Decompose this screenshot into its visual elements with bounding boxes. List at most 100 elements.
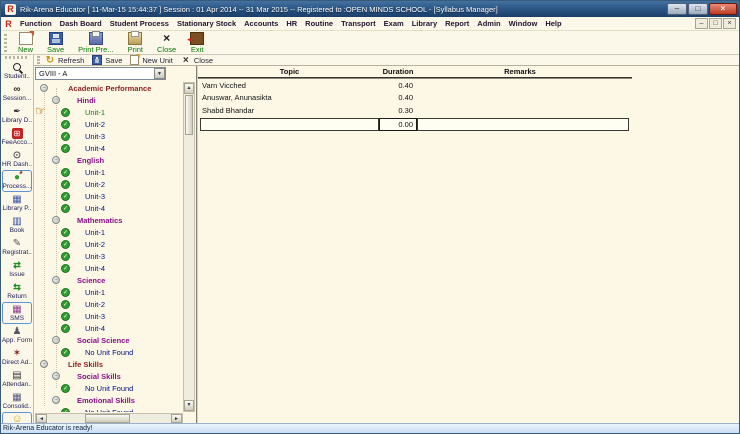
menu-item[interactable]: Window <box>505 17 542 30</box>
table-row[interactable]: Shabd Bhandar 0.30 <box>198 106 632 118</box>
expand-collapse-icon[interactable]: − <box>52 96 60 104</box>
menu-item[interactable]: Transport <box>337 17 380 30</box>
minimize-button[interactable]: – <box>667 3 687 15</box>
mdi-restore-button[interactable]: □ <box>709 18 722 29</box>
syllabus-toolbar-button[interactable]: Refresh <box>43 55 90 66</box>
expand-collapse-icon[interactable]: − <box>52 396 60 404</box>
tree-node[interactable]: − ✓ Social Skills <box>35 370 183 382</box>
tree-node[interactable]: − ✓ Science <box>35 274 183 286</box>
toolbar-button[interactable]: Print Pre... <box>71 31 120 55</box>
sidebar-item[interactable]: Student.. <box>2 60 32 82</box>
expand-collapse-icon[interactable]: − <box>52 276 60 284</box>
tree-node[interactable]: − ✓ Social Science <box>35 334 183 346</box>
menu-item[interactable]: Exam <box>380 17 408 30</box>
tree-node[interactable]: − ✓ Unit-2 <box>35 298 183 310</box>
mdi-close-button[interactable]: × <box>723 18 736 29</box>
syllabus-toolbar-button[interactable]: Save <box>90 55 128 66</box>
sidebar-item[interactable]: SMS <box>2 302 32 324</box>
topic-input[interactable] <box>200 118 379 131</box>
tree-node[interactable]: − ✓ Unit-1 <box>35 226 183 238</box>
sidebar-item[interactable]: Consolid.. <box>2 390 32 412</box>
toolbar-button[interactable]: New <box>11 31 40 55</box>
tree-vertical-scrollbar[interactable]: ▲ ▼ <box>183 82 195 412</box>
tree-node[interactable]: − ✓ English <box>35 154 183 166</box>
sidebar-item[interactable]: Direct Ad.. <box>2 346 32 368</box>
toolbar-grip[interactable] <box>4 34 7 52</box>
tree-node[interactable]: − ✓ No Unit Found <box>35 406 183 412</box>
mdi-minimize-button[interactable]: – <box>695 18 708 29</box>
sidebar-item[interactable]: Book <box>2 214 32 236</box>
tree-node[interactable]: − ✓ Unit-1 <box>35 106 183 118</box>
tree-node[interactable]: − ✓ No Unit Found <box>35 346 183 358</box>
menu-item[interactable]: Student Process <box>106 17 173 30</box>
vertical-scroll-thumb[interactable] <box>185 95 193 135</box>
sidebar-item[interactable]: Library P.. <box>2 192 32 214</box>
horizontal-scroll-thumb[interactable] <box>85 414 130 423</box>
tree-node[interactable]: − ✓ Unit-4 <box>35 202 183 214</box>
toolbar-button[interactable]: Close <box>150 31 183 55</box>
sidebar-item[interactable]: HR Dash.. <box>2 148 32 170</box>
tree-node[interactable]: − ✓ Academic Performance <box>35 82 183 94</box>
duration-input[interactable]: 0.00 <box>379 118 417 131</box>
tree-node[interactable]: − ✓ Unit-2 <box>35 238 183 250</box>
chevron-down-icon[interactable]: ▼ <box>154 68 165 79</box>
syllabus-toolbar-button[interactable]: New Unit <box>128 55 178 66</box>
sidebar-item[interactable]: Registrat.. <box>2 236 32 258</box>
sidebar-item[interactable]: Return <box>2 280 32 302</box>
tree-node[interactable]: − ✓ Emotional Skills <box>35 394 183 406</box>
toolbar-button[interactable]: Exit <box>183 31 211 55</box>
class-selector[interactable]: GVIII - A ▼ <box>35 67 166 80</box>
table-row[interactable]: Varn Vicched 0.40 <box>198 81 632 93</box>
menu-item[interactable]: Stationary Stock <box>173 17 240 30</box>
tree-node[interactable]: − ✓ Unit-3 <box>35 310 183 322</box>
tree-node[interactable]: − ✓ Unit-2 <box>35 178 183 190</box>
syllabus-toolbar-grip[interactable] <box>37 56 40 64</box>
sidebar-item[interactable]: Library D.. <box>2 104 32 126</box>
close-button[interactable]: × <box>709 3 737 15</box>
column-header-remarks[interactable]: Remarks <box>417 67 623 76</box>
sidebar-item[interactable]: Session... <box>2 82 32 104</box>
sidebar-item[interactable]: FeeAcco... <box>2 126 32 148</box>
column-header-duration[interactable]: Duration <box>379 67 417 76</box>
expand-collapse-icon[interactable]: − <box>40 360 48 368</box>
expand-collapse-icon[interactable]: − <box>52 372 60 380</box>
scroll-right-icon[interactable]: ► <box>171 414 182 423</box>
menu-item[interactable]: Admin <box>473 17 504 30</box>
tree-node[interactable]: − ✓ Unit-4 <box>35 322 183 334</box>
tree-node[interactable]: − ✓ Unit-2 <box>35 118 183 130</box>
expand-collapse-icon[interactable]: − <box>52 156 60 164</box>
tree-node[interactable]: − ✓ Unit-3 <box>35 190 183 202</box>
menu-item[interactable]: Function <box>16 17 56 30</box>
tree-node[interactable]: − ✓ Life Skills <box>35 358 183 370</box>
sidebar-item[interactable]: App. Form <box>2 324 32 346</box>
scroll-down-icon[interactable]: ▼ <box>184 400 194 411</box>
tree-node[interactable]: − ✓ Unit-3 <box>35 130 183 142</box>
scroll-up-icon[interactable]: ▲ <box>184 83 194 94</box>
sidebar-item[interactable]: Attendan.. <box>2 368 32 390</box>
scroll-left-icon[interactable]: ◄ <box>36 414 47 423</box>
expand-collapse-icon[interactable]: − <box>52 336 60 344</box>
column-header-topic[interactable]: Topic <box>200 67 379 76</box>
tree-node[interactable]: − ✓ No Unit Found <box>35 382 183 394</box>
tree-node[interactable]: − ✓ Unit-4 <box>35 142 183 154</box>
menu-item[interactable]: HR <box>282 17 301 30</box>
toolbar-button[interactable]: Print <box>121 31 150 55</box>
sidebar-item[interactable]: Issue <box>2 258 32 280</box>
tree-node[interactable]: − ✓ Unit-1 <box>35 286 183 298</box>
toolbar-button[interactable]: Save <box>40 31 71 55</box>
menu-item[interactable]: Accounts <box>240 17 282 30</box>
tree-node[interactable]: − ✓ Unit-4 <box>35 262 183 274</box>
menu-item[interactable]: Report <box>441 17 473 30</box>
tree-node[interactable]: − ✓ Unit-1 <box>35 166 183 178</box>
table-row[interactable]: Anuswar, Anunasikta 0.40 <box>198 93 632 105</box>
sidebar-item[interactable]: Process... <box>2 170 32 192</box>
expand-collapse-icon[interactable]: − <box>52 216 60 224</box>
menu-item[interactable]: Routine <box>301 17 337 30</box>
menu-item[interactable]: Dash Board <box>56 17 106 30</box>
expand-collapse-icon[interactable]: − <box>40 84 48 92</box>
tree-node[interactable]: − ✓ Hindi <box>35 94 183 106</box>
tree-node[interactable]: − ✓ Mathematics <box>35 214 183 226</box>
menu-item[interactable]: Help <box>541 17 565 30</box>
sidebar-grip[interactable] <box>5 56 29 59</box>
syllabus-toolbar-button[interactable]: Close <box>179 55 219 66</box>
